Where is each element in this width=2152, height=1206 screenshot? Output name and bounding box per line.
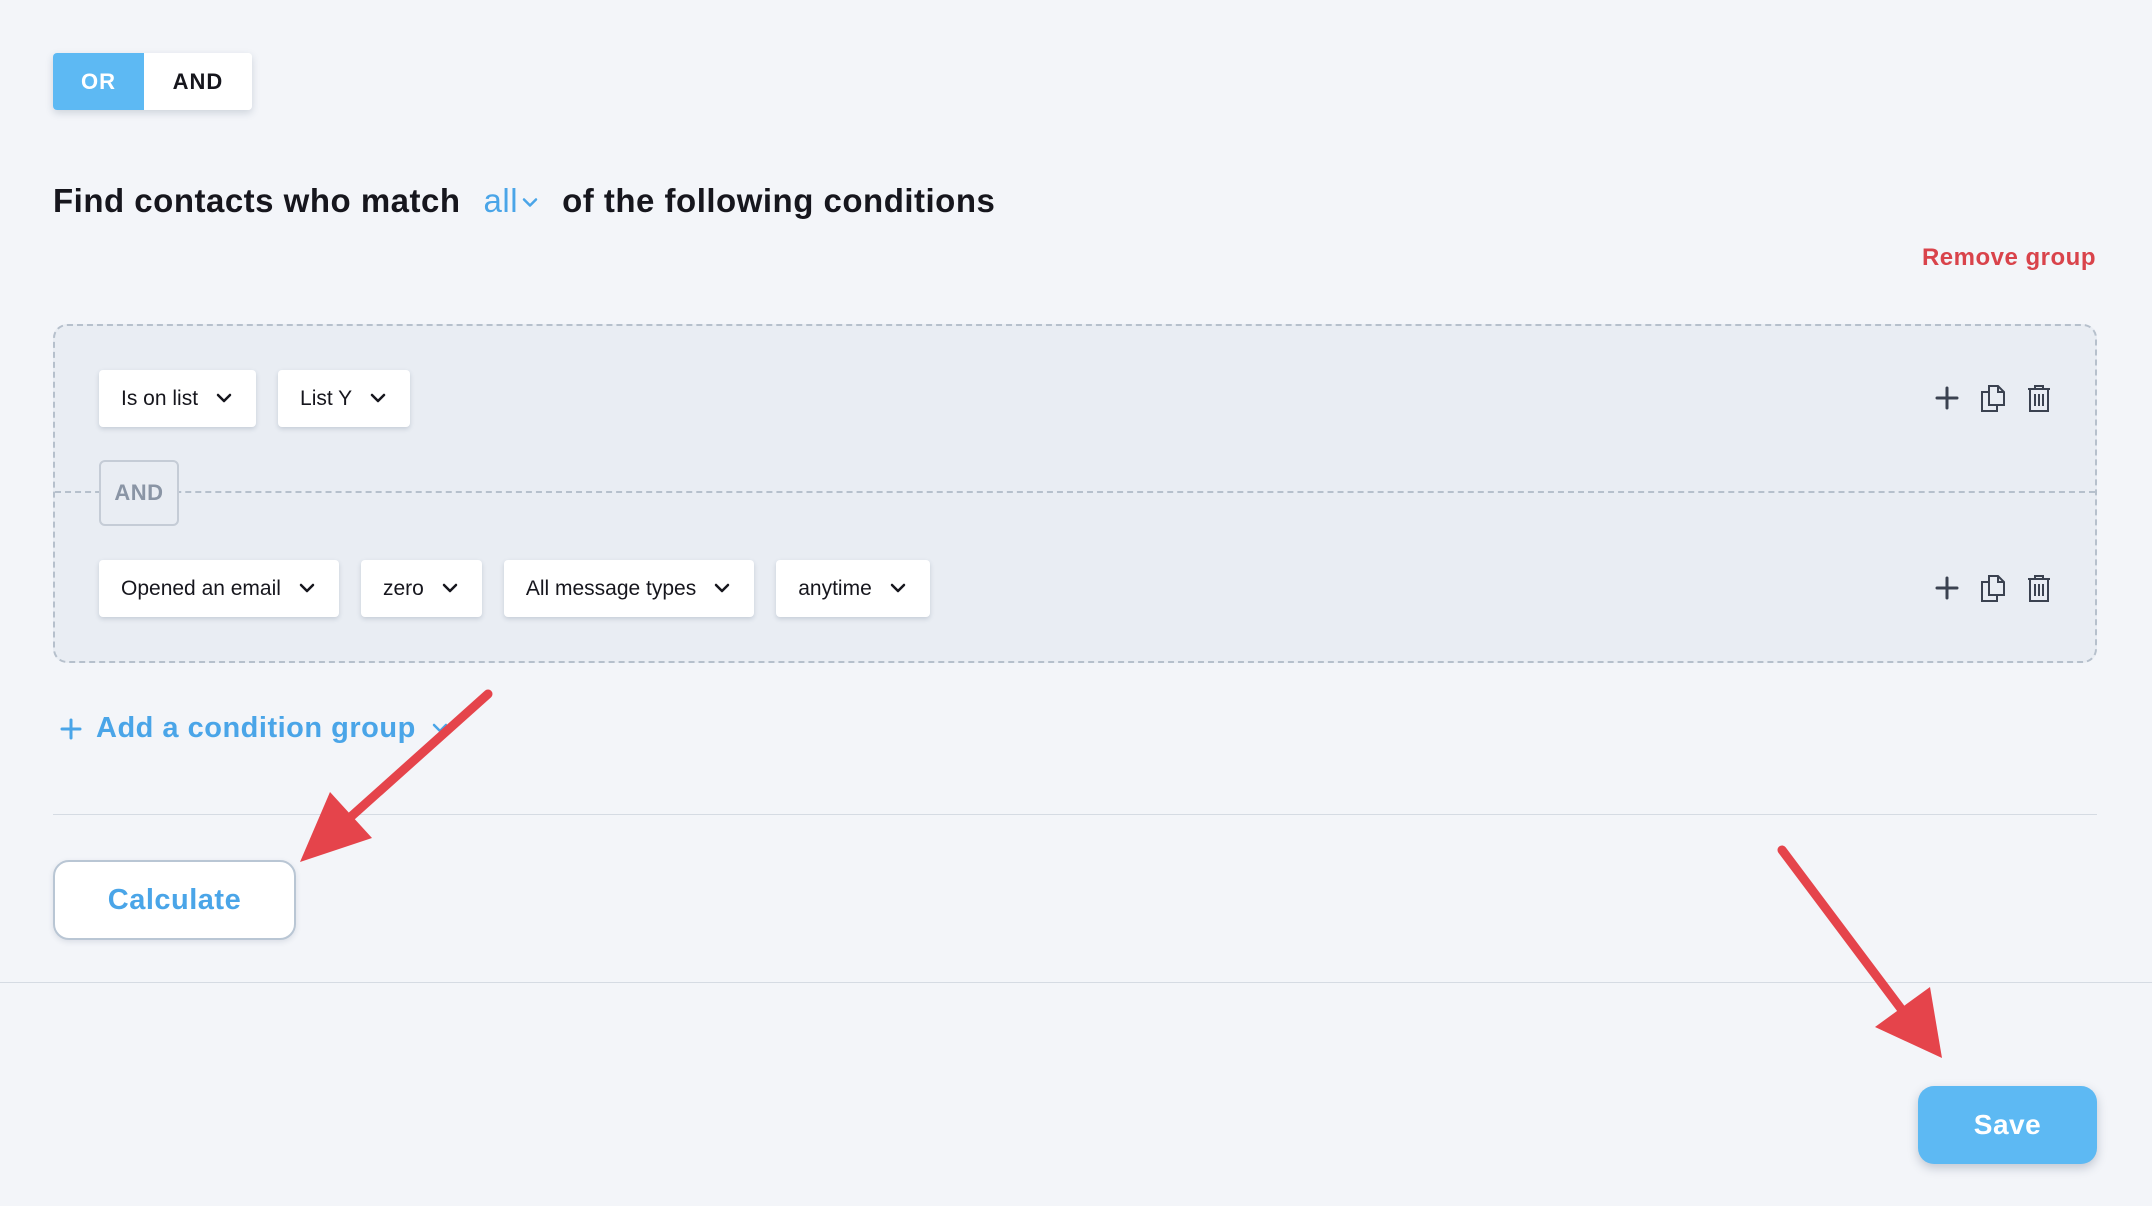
match-type-value: all <box>483 182 519 219</box>
condition-row-actions <box>1933 572 2053 604</box>
copy-icon <box>1981 385 2005 412</box>
chevron-down-icon <box>299 583 315 593</box>
logic-and-option[interactable]: AND <box>144 53 252 110</box>
timeframe-dropdown[interactable]: anytime <box>776 560 930 617</box>
condition-row: Is on list List Y <box>99 370 411 427</box>
calculate-button[interactable]: Calculate <box>53 860 296 940</box>
condition-connector-badge: AND <box>99 460 179 526</box>
duplicate-condition-button[interactable] <box>1979 572 2007 604</box>
dropdown-value: anytime <box>798 576 872 600</box>
dropdown-value: Is on list <box>121 386 199 410</box>
remove-group-link[interactable]: Remove group <box>1922 244 2096 272</box>
dropdown-value: zero <box>382 576 424 600</box>
segment-builder-page: OR AND Find contacts who match all of th… <box>0 0 2152 1206</box>
add-condition-group-button[interactable]: Add a condition group <box>60 712 448 745</box>
chevron-down-icon <box>890 583 906 593</box>
match-type-select[interactable]: all <box>484 182 539 220</box>
save-button[interactable]: Save <box>1918 1086 2097 1164</box>
condition-row: Opened an email zero All message types a… <box>99 560 930 617</box>
group-logic-toggle: OR AND <box>53 53 252 110</box>
add-condition-group-label: Add a condition group <box>96 712 416 744</box>
add-condition-button[interactable] <box>1933 382 1961 414</box>
delete-condition-button[interactable] <box>2025 572 2053 604</box>
plus-icon <box>1935 386 1959 410</box>
chevron-down-icon <box>442 583 458 593</box>
heading-prefix: Find contacts who match <box>53 182 461 219</box>
duplicate-condition-button[interactable] <box>1979 382 2007 414</box>
chevron-down-icon <box>370 393 386 403</box>
chevron-down-icon <box>522 198 538 207</box>
dropdown-value: Opened an email <box>121 576 281 600</box>
conditions-heading: Find contacts who match all of the follo… <box>53 182 995 220</box>
copy-icon <box>1981 575 2005 602</box>
arrow-to-save <box>1777 845 1942 1058</box>
delete-condition-button[interactable] <box>2025 382 2053 414</box>
footer-divider <box>0 982 2152 983</box>
list-dropdown[interactable]: List Y <box>278 370 411 427</box>
chevron-down-icon <box>714 583 730 593</box>
chevron-down-icon <box>432 723 448 733</box>
dropdown-value: All message types <box>525 576 697 600</box>
add-condition-button[interactable] <box>1933 572 1961 604</box>
trash-icon <box>2028 575 2050 602</box>
count-dropdown[interactable]: zero <box>360 560 482 617</box>
condition-type-dropdown[interactable]: Opened an email <box>99 560 339 617</box>
section-divider <box>53 814 2097 815</box>
chevron-down-icon <box>216 393 232 403</box>
condition-group: Is on list List Y AND Opened an email ze… <box>53 324 2097 663</box>
dropdown-value: List Y <box>300 386 353 410</box>
heading-suffix: of the following conditions <box>562 182 996 219</box>
group-divider <box>55 491 2095 493</box>
logic-or-option[interactable]: OR <box>53 53 144 110</box>
message-type-dropdown[interactable]: All message types <box>503 560 755 617</box>
plus-icon <box>60 718 82 739</box>
trash-icon <box>2028 385 2050 412</box>
condition-type-dropdown[interactable]: Is on list <box>99 370 257 427</box>
condition-row-actions <box>1933 382 2053 414</box>
plus-icon <box>1935 576 1959 600</box>
